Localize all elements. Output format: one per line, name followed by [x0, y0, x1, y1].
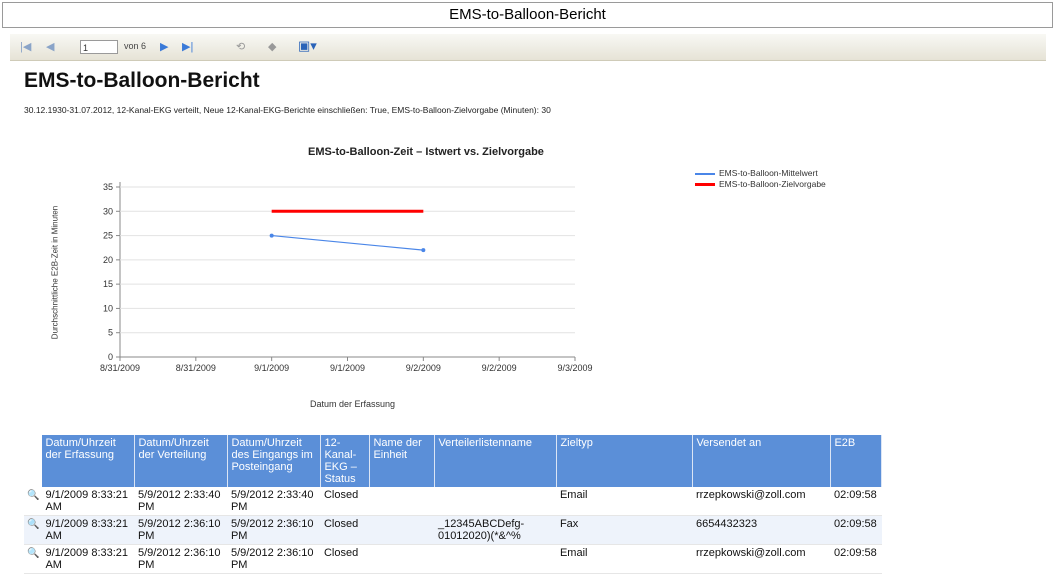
cell-distribution: 5/9/2012 2:36:10 PM [134, 515, 228, 545]
cell-inbox: 5/9/2012 2:36:10 PM [227, 544, 321, 574]
col-header-list: Verteilerlistenname [434, 435, 558, 487]
cell-unit [369, 487, 435, 516]
cell-unit [369, 544, 435, 574]
cell-capture: 9/1/2009 8:33:21 AM [42, 544, 135, 574]
cell-list: _12345ABCDefg-01012020)(*&^% [434, 515, 557, 545]
table-row: 🔍 9/1/2009 8:33:21 AM 5/9/2012 2:36:10 PM 5… [24, 515, 882, 545]
drillthrough-icon[interactable]: 🔍 [24, 544, 43, 574]
col-header-status: 12-Kanal-EKG – Status [320, 435, 371, 487]
cell-sent-to: rrzepkowski@zoll.com [692, 487, 831, 516]
cell-target-type: Email [556, 544, 693, 574]
table-row: 🔍 9/1/2009 8:33:21 AM 5/9/2012 2:33:40 PM 5… [24, 487, 882, 516]
y-tick-label: 30 [103, 206, 113, 216]
cell-distribution: 5/9/2012 2:36:10 PM [134, 544, 228, 574]
x-tick-label: 9/1/2009 [330, 363, 365, 373]
x-tick-label: 8/31/2009 [176, 363, 216, 373]
table-header-spacer [24, 435, 43, 487]
col-header-sent-to: Versendet an [692, 435, 832, 487]
col-header-distribution: Datum/Uhrzeit der Verteilung [134, 435, 229, 487]
cell-capture: 9/1/2009 8:33:21 AM [42, 515, 135, 545]
cell-list [434, 487, 557, 516]
table-header-row: Datum/Uhrzeit der Erfassung Datum/Uhrzei… [24, 435, 883, 487]
x-tick-label: 8/31/2009 [100, 363, 140, 373]
y-tick-label: 5 [108, 328, 113, 338]
y-tick-label: 20 [103, 255, 113, 265]
average-data-point [269, 233, 274, 238]
col-header-capture: Datum/Uhrzeit der Erfassung [42, 435, 136, 487]
cell-e2b: 02:09:58 [830, 544, 882, 574]
cell-e2b: 02:09:58 [830, 515, 882, 545]
col-header-inbox: Datum/Uhrzeit des Eingangs im Posteingan… [227, 435, 322, 487]
col-header-e2b: E2B [830, 435, 883, 487]
y-tick-label: 15 [103, 279, 113, 289]
report-table: Datum/Uhrzeit der Erfassung Datum/Uhrzei… [24, 435, 883, 574]
cell-capture: 9/1/2009 8:33:21 AM [42, 487, 135, 516]
y-tick-label: 0 [108, 352, 113, 362]
x-tick-label: 9/2/2009 [482, 363, 517, 373]
col-header-target-type: Zieltyp [556, 435, 694, 487]
cell-inbox: 5/9/2012 2:36:10 PM [227, 515, 321, 545]
cell-distribution: 5/9/2012 2:33:40 PM [134, 487, 228, 516]
cell-sent-to: 6654432323 [692, 515, 831, 545]
table-row: 🔍 9/1/2009 8:33:21 AM 5/9/2012 2:36:10 PM 5… [24, 544, 882, 574]
cell-list [434, 544, 557, 574]
y-tick-label: 35 [103, 182, 113, 192]
cell-target-type: Email [556, 487, 693, 516]
cell-status: Closed [320, 487, 370, 516]
x-tick-label: 9/2/2009 [406, 363, 441, 373]
drillthrough-icon[interactable]: 🔍 [24, 487, 43, 516]
col-header-unit: Name der Einheit [369, 435, 436, 487]
y-tick-label: 10 [103, 303, 113, 313]
cell-inbox: 5/9/2012 2:33:40 PM [227, 487, 321, 516]
cell-e2b: 02:09:58 [830, 487, 882, 516]
cell-status: Closed [320, 515, 370, 545]
cell-status: Closed [320, 544, 370, 574]
average-data-point [421, 248, 426, 253]
cell-sent-to: rrzepkowski@zoll.com [692, 544, 831, 574]
x-tick-label: 9/3/2009 [557, 363, 592, 373]
average-series-line [271, 234, 424, 251]
drillthrough-icon[interactable]: 🔍 [24, 515, 43, 545]
cell-target-type: Fax [556, 515, 693, 545]
x-tick-label: 9/1/2009 [254, 363, 289, 373]
cell-unit [369, 515, 435, 545]
y-tick-label: 25 [103, 231, 113, 241]
